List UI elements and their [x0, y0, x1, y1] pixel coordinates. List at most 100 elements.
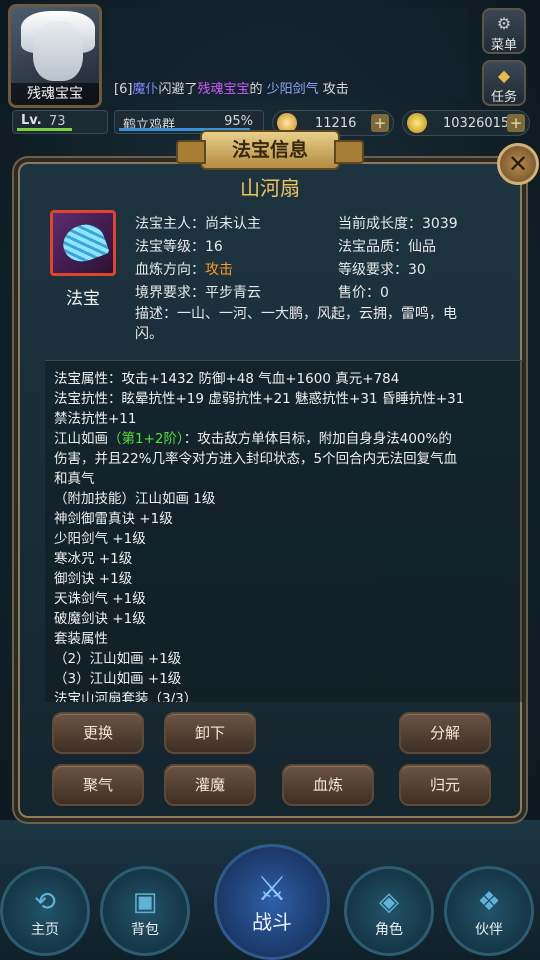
gear-icon: ⚙: [496, 14, 512, 33]
extra-skill-line: （附加技能）江山如画 1级: [54, 491, 216, 507]
gold-icon: [407, 113, 427, 133]
guild-percent: 95%: [224, 114, 253, 129]
infuse-button[interactable]: 灌魔: [164, 764, 256, 806]
price-info: 售价：0: [338, 282, 389, 302]
nav-partner-label: 伙伴: [475, 922, 503, 938]
partner-icon: ❖: [477, 887, 501, 917]
owner-label: 法宝主人：: [135, 216, 205, 232]
player-avatar[interactable]: 残魂宝宝: [8, 4, 102, 108]
level-req-value: 30: [408, 262, 426, 278]
chat-target: 残魂宝宝: [197, 82, 250, 97]
set-item-line: （2）江山如画 +1级: [54, 651, 182, 667]
gem-value: 11216: [315, 116, 357, 131]
extra-skill-line: 寒冰咒 +1级: [54, 551, 133, 567]
gold-add-button[interactable]: +: [507, 114, 525, 132]
chat-skill: 少阳剑气: [266, 82, 319, 97]
price-value: 0: [380, 285, 389, 301]
skill-name: 江山如画: [54, 431, 108, 447]
chat-actor: 魔仆: [132, 82, 159, 97]
refine-value: 攻击: [205, 262, 233, 278]
menu-label: 菜单: [490, 38, 517, 53]
chat-suffix: 攻击: [322, 82, 349, 97]
nav-bag[interactable]: ▣ 背包: [100, 866, 190, 956]
exp-bar: [17, 128, 72, 131]
nav-home[interactable]: ⟲ 主页: [0, 866, 90, 956]
nav-battle[interactable]: ⚔ 战斗: [214, 844, 330, 960]
gem-add-button[interactable]: +: [371, 114, 389, 132]
level-value: 73: [49, 114, 66, 129]
quality-value: 仙品: [408, 239, 436, 255]
realm-label: 境界要求：: [135, 285, 205, 301]
set-item-line: （3）江山如画 +1级: [54, 671, 182, 687]
task-label: 任务: [490, 90, 517, 105]
growth-info: 当前成长度：3039: [338, 213, 458, 233]
skill-desc-1: ：攻击敌方单体目标，附加自身身法400%的: [183, 431, 452, 447]
nav-battle-label: 战斗: [252, 910, 292, 934]
nav-partner[interactable]: ❖ 伙伴: [444, 866, 534, 956]
chat-verb: 闪避了: [158, 82, 198, 97]
task-icon: ◆: [497, 66, 511, 85]
skill-line-3: 和真气: [54, 471, 95, 487]
extra-skill-line: 天诛剑气 +1级: [54, 591, 146, 607]
attr-line: 法宝属性：攻击+1432 防御+48 气血+1600 真元+784: [54, 371, 400, 387]
bag-icon: ▣: [132, 887, 158, 917]
skill-stage: （第1+2阶）: [108, 431, 184, 447]
set-name-line: 法宝山河扇套装（3/3）: [54, 691, 198, 702]
nav-role-label: 角色: [375, 922, 403, 938]
item-icon: [50, 210, 116, 276]
growth-label: 当前成长度：: [338, 216, 422, 232]
level-box: Lv. 73: [12, 110, 108, 134]
battle-icon: ⚔: [256, 869, 288, 909]
nav-role[interactable]: ◈ 角色: [344, 866, 434, 956]
item-type-label: 法宝: [66, 289, 100, 309]
replace-button[interactable]: 更换: [52, 712, 144, 754]
extra-skill-line: 神剑御雷真诀 +1级: [54, 511, 173, 527]
growth-value: 3039: [422, 216, 458, 232]
chat-message: [6]魔仆闪避了残魂宝宝的 少阳剑气 攻击: [114, 78, 349, 97]
unequip-button[interactable]: 卸下: [164, 712, 256, 754]
level-req-info: 等级要求：30: [338, 259, 426, 279]
nav-home-label: 主页: [31, 922, 59, 938]
avatar-face: [33, 21, 83, 81]
owner-info: 法宝主人：尚未认主: [135, 213, 261, 233]
blood-refine-button[interactable]: 血炼: [282, 764, 374, 806]
quality-label: 法宝品质：: [338, 239, 408, 255]
task-button[interactable]: ◆ 任务: [482, 60, 526, 106]
extra-skill-line: 御剑诀 +1级: [54, 571, 133, 587]
extra-skill-line: 少阳剑气 +1级: [54, 531, 146, 547]
gather-qi-button[interactable]: 聚气: [52, 764, 144, 806]
resist-line-1: 法宝抗性：眩晕抗性+19 虚弱抗性+21 魅惑抗性+31 昏睡抗性+31: [54, 391, 465, 407]
player-name: 残魂宝宝: [11, 83, 99, 105]
decompose-button[interactable]: 分解: [399, 712, 491, 754]
home-icon: ⟲: [34, 887, 56, 917]
nav-bag-label: 背包: [131, 922, 159, 938]
chat-prefix: [6]: [114, 82, 133, 97]
treasure-level-value: 16: [205, 239, 223, 255]
item-name: 山河扇: [240, 176, 300, 200]
panel-title: 法宝信息: [176, 130, 364, 170]
skill-line-2: 伤害，并且22%几率令对方进入封印状态，5个回合内无法回复气血: [54, 451, 458, 467]
price-label: 售价：: [338, 285, 380, 301]
level-info: 法宝等级：16: [135, 236, 223, 256]
realm-value: 平步青云: [205, 285, 261, 301]
detail-scroll-area[interactable]: 法宝属性：攻击+1432 防御+48 气血+1600 真元+784 法宝抗性：眩…: [45, 360, 523, 702]
realm-info: 境界要求：平步青云: [135, 282, 261, 302]
gold-counter: 103260153 +: [402, 110, 530, 136]
skill-line-1: 江山如画（第1+2阶）：攻击敌方单体目标，附加自身身法400%的: [54, 427, 452, 447]
resist-line-2: 禁法抗性+11: [54, 411, 137, 427]
quality-info: 法宝品质：仙品: [338, 236, 436, 256]
owner-value: 尚未认主: [205, 216, 261, 232]
item-description: 描述：一山、一河、一大鹏，风起，云拥，雷鸣，电闪。: [135, 306, 457, 342]
refine-info: 血炼方向：攻击: [135, 259, 233, 279]
level-label: Lv.: [21, 113, 42, 128]
menu-button[interactable]: ⚙ 菜单: [482, 8, 526, 54]
set-title: 套装属性: [54, 631, 108, 647]
extra-skill-line: 破魔剑诀 +1级: [54, 611, 146, 627]
chat-of: 的: [249, 82, 263, 97]
refine-label: 血炼方向：: [135, 262, 205, 278]
treasure-level-label: 法宝等级：: [135, 239, 205, 255]
role-icon: ◈: [379, 887, 399, 917]
return-origin-button[interactable]: 归元: [399, 764, 491, 806]
level-req-label: 等级要求：: [338, 262, 408, 278]
fan-icon: [58, 218, 110, 268]
